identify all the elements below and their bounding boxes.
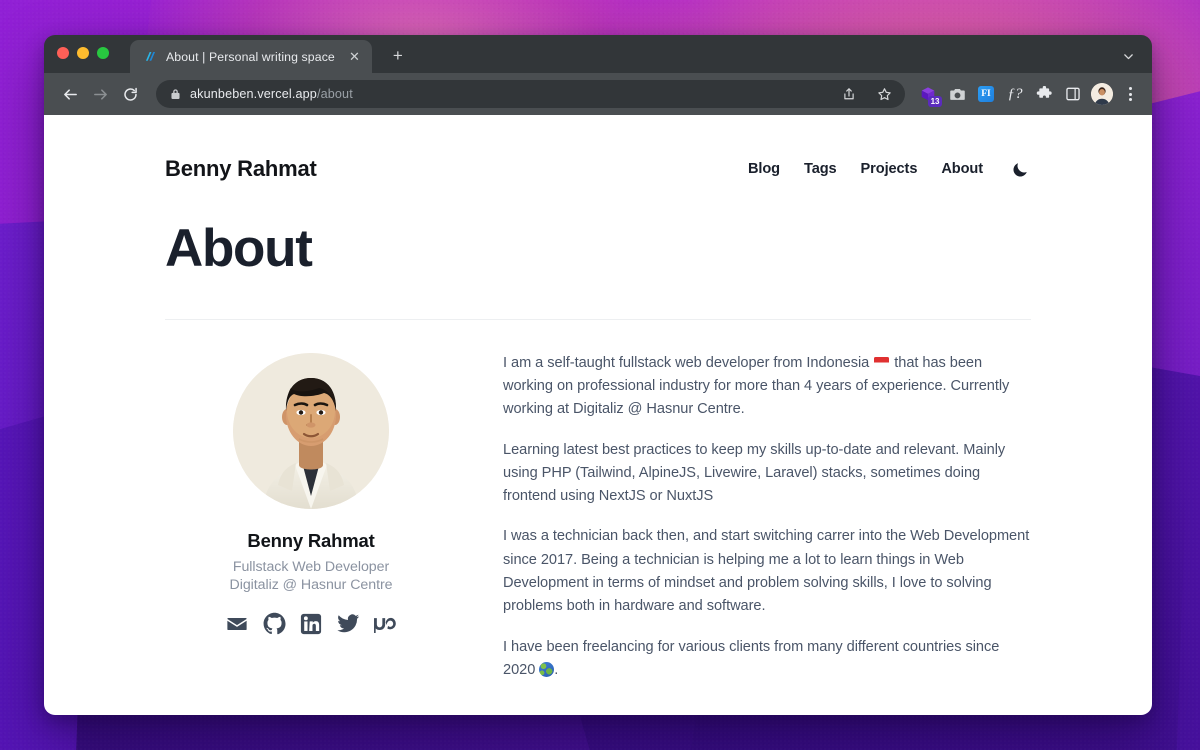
bio-paragraph-2: Learning latest best practices to keep m… xyxy=(503,441,1006,505)
address-bar-url: akunbeben.vercel.app/about xyxy=(190,87,353,101)
site-logo[interactable]: Benny Rahmat xyxy=(165,156,317,182)
nav-link-about[interactable]: About xyxy=(941,161,983,177)
lock-icon xyxy=(170,88,181,100)
browser-tab-title: About | Personal writing space xyxy=(166,49,335,64)
avatar xyxy=(233,352,389,509)
profile-avatar[interactable] xyxy=(1091,83,1113,105)
share-icon[interactable] xyxy=(836,81,862,107)
f-question-extension-icon[interactable]: ƒ? xyxy=(1002,81,1028,107)
browser-window: About | Personal writing space ✕ + akunb… xyxy=(44,35,1152,715)
indonesia-flag-emoji xyxy=(874,356,890,368)
forward-button[interactable] xyxy=(86,80,114,108)
nav-link-tags[interactable]: Tags xyxy=(804,161,837,177)
page-viewport: Benny Rahmat Blog Tags Projects About Ab… xyxy=(44,115,1152,715)
github-icon[interactable] xyxy=(262,612,286,636)
camera-icon[interactable] xyxy=(944,81,970,107)
mail-icon[interactable] xyxy=(225,612,249,636)
profile-name: Benny Rahmat xyxy=(247,529,375,551)
browser-toolbar: akunbeben.vercel.app/about 13 FI ƒ? xyxy=(44,73,1152,115)
globe-emoji xyxy=(539,661,555,677)
social-links xyxy=(225,612,397,636)
nav-link-blog[interactable]: Blog xyxy=(748,161,780,177)
back-button[interactable] xyxy=(56,80,84,108)
twitter-icon[interactable] xyxy=(336,612,360,636)
bio-paragraph-3: I was a technician back then, and start … xyxy=(503,528,1030,615)
page-title: About xyxy=(165,219,313,278)
nav-link-projects[interactable]: Projects xyxy=(861,161,918,177)
browser-menu-button[interactable] xyxy=(1118,81,1142,107)
profile-card: Benny Rahmat Fullstack Web Developer Dig… xyxy=(165,350,457,700)
bio-text-column: I am a self-taught fullstack web develop… xyxy=(457,350,1031,700)
bookmark-star-icon[interactable] xyxy=(871,81,897,107)
new-tab-button[interactable]: + xyxy=(384,42,412,70)
puzzle-extensions-icon[interactable] xyxy=(1031,81,1057,107)
fi-extension-icon[interactable]: FI xyxy=(973,81,999,107)
profile-role: Fullstack Web Developer xyxy=(232,558,390,575)
window-maximize-button[interactable] xyxy=(97,47,109,59)
extension-icons: 13 FI ƒ? xyxy=(915,81,1142,107)
close-icon[interactable]: ✕ xyxy=(346,48,363,65)
about-content-grid: Benny Rahmat Fullstack Web Developer Dig… xyxy=(165,320,1031,700)
site-nav: Blog Tags Projects About xyxy=(748,158,1031,180)
address-bar[interactable]: akunbeben.vercel.app/about xyxy=(156,80,905,108)
site-header: Benny Rahmat Blog Tags Projects About xyxy=(165,141,1031,197)
side-panel-icon[interactable] xyxy=(1060,81,1086,107)
double-slash-logo-icon xyxy=(142,49,157,64)
box-extension-icon[interactable]: 13 xyxy=(915,81,942,107)
upwork-icon[interactable] xyxy=(373,612,397,636)
bio-paragraph-4: I have been freelancing for various clie… xyxy=(503,638,1000,678)
moon-icon[interactable] xyxy=(1009,158,1031,180)
window-minimize-button[interactable] xyxy=(77,47,89,59)
browser-tab-active[interactable]: About | Personal writing space ✕ xyxy=(130,40,372,73)
chevron-down-icon[interactable] xyxy=(1118,46,1138,66)
reload-button[interactable] xyxy=(116,80,144,108)
linkedin-icon[interactable] xyxy=(299,612,323,636)
extension-badge-count: 13 xyxy=(928,96,942,107)
window-traffic-lights xyxy=(57,35,109,73)
browser-tab-strip: About | Personal writing space ✕ + xyxy=(44,35,1152,73)
bio-paragraph-1: I am a self-taught fullstack web develop… xyxy=(503,354,1010,418)
page-container: Benny Rahmat Blog Tags Projects About Ab… xyxy=(165,115,1031,699)
profile-company: Digitaliz @ Hasnur Centre xyxy=(229,576,393,593)
window-close-button[interactable] xyxy=(57,47,69,59)
